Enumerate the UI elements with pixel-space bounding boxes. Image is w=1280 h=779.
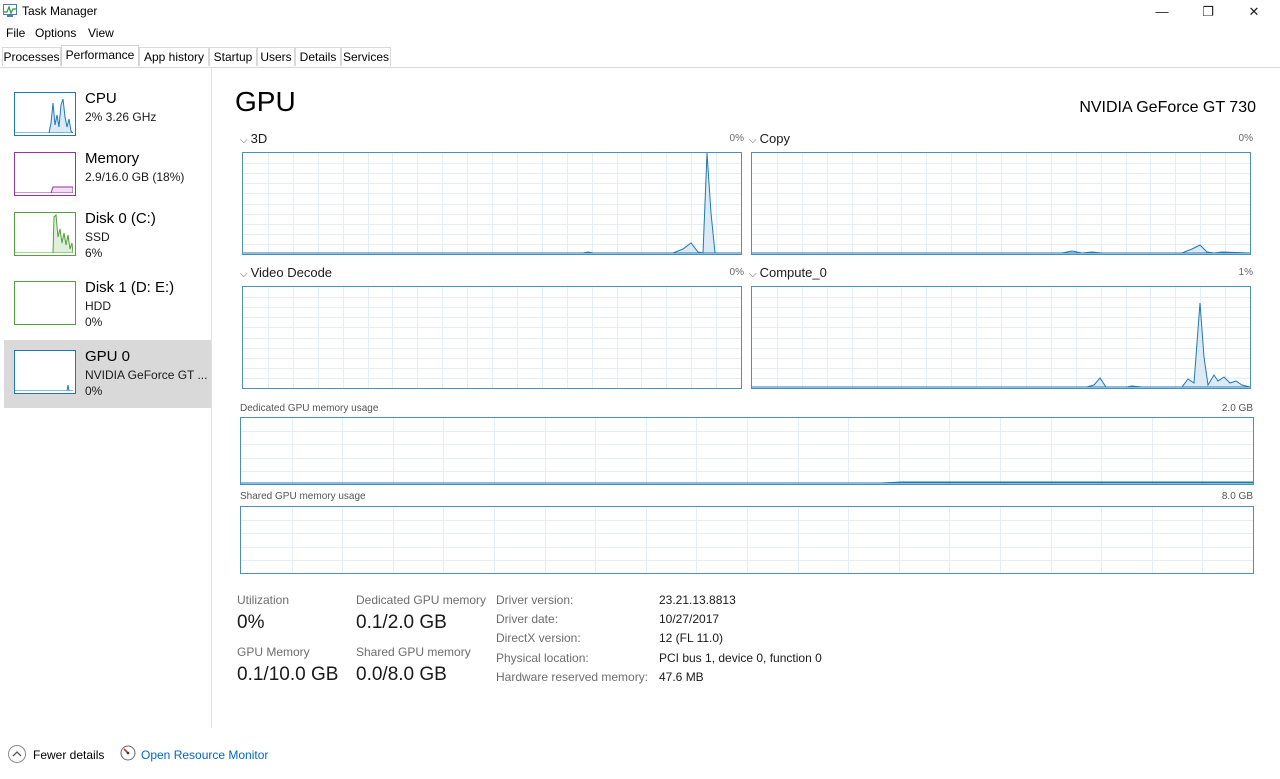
shared-memory-value: 0.0/8.0 GB [356,664,447,685]
sidebar-memory-name: Memory [85,150,140,167]
utilization-value: 0% [237,612,265,633]
gpu0-thumbnail-graph [14,350,76,394]
shared-memory-graph [240,506,1254,574]
chevron-up-icon[interactable] [8,745,26,763]
sidebar-item-disk0[interactable]: Disk 0 (C:) SSD 6% [4,202,211,270]
engine-copy-selector[interactable]: ⌵ Copy [749,131,790,146]
sidebar-disk0-name: Disk 0 (C:) [85,210,156,227]
cpu-thumbnail-graph [14,92,76,136]
engine-compute-percent: 1% [1238,267,1253,278]
utilization-label: Utilization [237,593,290,607]
engine-3d-percent: 0% [729,133,744,144]
gpu-panel: GPU NVIDIA GeForce GT 730 ⌵ 3D 0% ⌵ Copy 0… [212,68,1280,728]
engine-compute-selector[interactable]: ⌵ Compute_0 [749,265,827,280]
dedicated-memory-graph [240,417,1254,485]
sidebar-item-memory[interactable]: Memory 2.9/16.0 GB (18%) [4,142,211,210]
engine-video-decode-percent: 0% [729,267,744,278]
graph-grid [241,507,1253,573]
shared-memory-graph-label: Shared GPU memory usage [240,491,366,502]
tab-processes[interactable]: Processes [2,47,61,66]
sidebar-item-cpu[interactable]: CPU 2% 3.26 GHz [4,82,211,150]
sidebar-gpu0-name: GPU 0 [85,348,131,365]
window-title: Task Manager [22,4,98,18]
tab-services[interactable]: Services [341,47,391,66]
shared-memory-graph-max: 8.0 GB [1221,491,1253,502]
sidebar-disk0-usage: 6% [85,246,103,260]
restore-button[interactable]: ❐ [1185,0,1231,24]
engine-3d-selector[interactable]: ⌵ 3D [240,131,267,146]
graph-grid [752,287,1250,388]
menu-view[interactable]: View [88,26,114,40]
memory-thumbnail-graph [14,152,76,196]
footer-bar: Fewer details Open Resource Monitor [0,740,1280,770]
directx-version-value: 12 (FL 11.0) [659,631,724,645]
fewer-details-button[interactable]: Fewer details [33,748,104,762]
tab-performance[interactable]: Performance [61,45,139,66]
sidebar-item-disk1[interactable]: Disk 1 (D: E:) HDD 0% [4,271,211,339]
chevron-down-icon: ⌵ [749,135,757,146]
close-button[interactable]: ✕ [1231,0,1277,24]
dedicated-memory-graph-max: 2.0 GB [1221,403,1253,414]
engine-video-decode-selector[interactable]: ⌵ Video Decode [240,265,332,280]
sidebar-gpu0-model: NVIDIA GeForce GT ... [85,368,208,382]
sidebar-gpu0-usage: 0% [85,384,103,398]
driver-date-label: Driver date: [496,612,559,626]
engine-copy-percent: 0% [1238,133,1253,144]
sidebar-disk0-type: SSD [85,230,110,244]
dedicated-memory-label: Dedicated GPU memory [356,593,487,607]
gpu-model-name: NVIDIA GeForce GT 730 [1079,99,1256,116]
disk1-thumbnail-graph [14,281,76,325]
page-title: GPU [235,86,296,117]
physical-location-label: Physical location: [496,651,589,665]
resource-sidebar: CPU 2% 3.26 GHz Memory 2.9/16.0 GB (18%)… [0,68,212,728]
reserved-memory-label: Hardware reserved memory: [496,670,649,684]
open-resource-monitor-link[interactable]: Open Resource Monitor [141,748,268,762]
engine-3d-graph [242,152,742,255]
dedicated-memory-value: 0.1/2.0 GB [356,612,447,633]
graph-grid [241,418,1253,484]
shared-memory-label: Shared GPU memory [356,645,471,659]
sidebar-disk1-name: Disk 1 (D: E:) [85,279,175,296]
physical-location-value: PCI bus 1, device 0, function 0 [659,651,822,665]
sidebar-memory-detail: 2.9/16.0 GB (18%) [85,170,185,184]
tab-app-history[interactable]: App history [139,47,209,66]
gpu-memory-label: GPU Memory [237,645,310,659]
tab-startup[interactable]: Startup [209,47,257,66]
menu-file[interactable]: File [6,26,25,40]
sidebar-cpu-name: CPU [85,90,117,107]
disk0-thumbnail-graph [14,212,76,256]
engine-copy-label: Copy [759,131,790,146]
chevron-down-icon: ⌵ [749,269,757,280]
gpu-memory-value: 0.1/10.0 GB [237,664,339,685]
resource-monitor-icon[interactable] [120,745,136,761]
driver-version-value: 23.21.13.8813 [659,593,736,607]
minimize-button[interactable]: — [1139,0,1185,24]
driver-date-value: 10/27/2017 [659,612,720,626]
graph-grid [243,153,741,254]
sidebar-disk1-type: HDD [85,299,111,313]
engine-3d-label: 3D [250,131,268,146]
engine-copy-graph [751,152,1251,255]
engine-compute-graph [751,286,1251,389]
engine-compute-label: Compute_0 [759,265,827,280]
chevron-down-icon: ⌵ [240,269,248,280]
tab-users[interactable]: Users [257,47,295,66]
sidebar-cpu-detail: 2% 3.26 GHz [85,110,157,124]
directx-version-label: DirectX version: [496,631,581,645]
graph-grid [243,287,741,388]
task-manager-icon [3,4,17,17]
title-bar: Task Manager — ❐ ✕ [0,0,1280,24]
sidebar-item-gpu0[interactable]: GPU 0 NVIDIA GeForce GT ... 0% [4,340,211,408]
driver-version-label: Driver version: [496,593,574,607]
sidebar-disk1-usage: 0% [85,315,103,329]
graph-grid [752,153,1250,254]
chevron-down-icon: ⌵ [240,135,248,146]
menu-options[interactable]: Options [35,26,76,40]
reserved-memory-value: 47.6 MB [659,670,704,684]
tab-details[interactable]: Details [295,47,341,66]
dedicated-memory-graph-label: Dedicated GPU memory usage [240,403,379,414]
engine-video-decode-label: Video Decode [250,265,333,280]
engine-video-decode-graph [242,286,742,389]
